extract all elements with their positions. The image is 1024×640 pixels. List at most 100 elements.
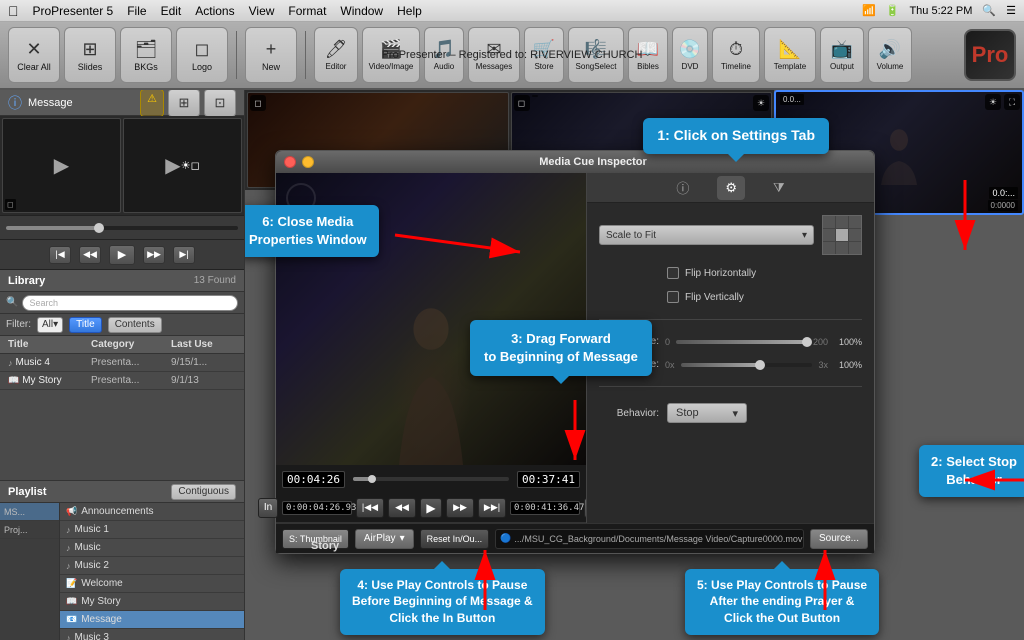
menu-icon[interactable]: ☰ <box>1006 4 1016 17</box>
time-knob[interactable] <box>368 475 376 483</box>
left-sidebar: ⓘ Message ⚠ ⊞ ⊡ ▶ ◻ ▶ ☀ ◻ <box>0 90 245 640</box>
songselect-label: SongSelect <box>576 62 617 71</box>
preview-thumb-2[interactable]: ▶ ☀ ◻ <box>123 118 242 213</box>
live-preview-fullscreen[interactable]: ⛶ <box>1004 94 1020 110</box>
menu-edit[interactable]: Edit <box>161 4 182 18</box>
menu-help[interactable]: Help <box>397 4 422 18</box>
mci-tab-info[interactable]: ⓘ <box>668 174 697 201</box>
list-item[interactable]: ♪ Music 3 <box>60 629 244 640</box>
list-item[interactable]: ♪ Music <box>60 539 244 557</box>
mci-play[interactable]: ▶ <box>420 498 442 518</box>
menu-file[interactable]: File <box>127 4 146 18</box>
playlist-group-proj[interactable]: Proj... <box>0 521 59 539</box>
volume-button[interactable]: 🔊 Volume <box>868 27 912 83</box>
apple-menu[interactable]:  <box>8 3 19 19</box>
editor-button[interactable]: 🖊 Editor <box>314 27 358 83</box>
preview-person <box>869 113 929 203</box>
logo-button[interactable]: ◻ Logo <box>176 27 228 83</box>
behavior-dropdown[interactable]: Stop ▾ <box>667 403 747 423</box>
scrubber-bar[interactable] <box>0 216 244 240</box>
list-item[interactable]: 📖 My Story <box>60 593 244 611</box>
scrubber-track[interactable] <box>6 226 238 230</box>
time-slider[interactable] <box>353 477 509 481</box>
source-button[interactable]: Source... <box>810 529 868 549</box>
ann6-text: 6: Close MediaProperties Window <box>249 214 367 247</box>
search-icon[interactable]: 🔍 <box>982 4 996 17</box>
play-icon-1: ▶ <box>54 153 69 178</box>
action-btn-2[interactable]: ⊡ <box>204 89 236 117</box>
playlist-group-ms[interactable]: MS... <box>0 503 59 521</box>
mci-rewind[interactable]: ◀◀ <box>388 498 416 518</box>
flip-v-checkbox[interactable] <box>667 291 679 303</box>
annotation-1: 1: Click on Settings Tab <box>643 118 829 154</box>
item-icon-music1: ♪ <box>66 525 71 535</box>
live-preview-sun[interactable]: ☀ <box>985 94 1001 110</box>
rate-fill <box>681 363 760 367</box>
slides-button[interactable]: ⊞ Slides <box>64 27 116 83</box>
skip-forward-button[interactable]: ▶| <box>173 246 195 264</box>
menu-actions[interactable]: Actions <box>195 4 234 18</box>
vol-knob[interactable] <box>802 337 812 347</box>
contiguous-button[interactable]: Contiguous <box>171 484 236 500</box>
in-button[interactable]: In <box>258 498 278 518</box>
timeline-button[interactable]: ⏱ Timeline <box>712 27 760 83</box>
list-item[interactable]: ♪ Music 1 <box>60 521 244 539</box>
table-header: Title Category Last Use <box>0 336 244 354</box>
scale-grid[interactable] <box>822 215 862 255</box>
menu-format[interactable]: Format <box>288 4 326 18</box>
reset-inout-button[interactable]: Reset In/Ou... <box>420 529 490 549</box>
mci-tab-sliders[interactable]: ⧩ <box>765 176 793 200</box>
mci-skip-back[interactable]: |◀◀ <box>356 498 384 518</box>
mci-close-button[interactable] <box>284 156 296 168</box>
menu-window[interactable]: Window <box>340 4 383 18</box>
bg-corner-btn-2[interactable]: ☀ <box>753 95 769 111</box>
clear-all-button[interactable]: ✕ Clear All <box>8 27 60 83</box>
template-button[interactable]: 📐 Template <box>764 27 816 83</box>
action-btn-1[interactable]: ⊞ <box>168 89 200 117</box>
fast-forward-button[interactable]: ▶▶ <box>143 246 165 264</box>
list-item[interactable]: 📢 Announcements <box>60 503 244 521</box>
airplay-button[interactable]: AirPlay ▾ <box>355 529 414 549</box>
sg-cell-7 <box>836 242 848 254</box>
bg-corner-icon-1: ◻ <box>250 95 266 111</box>
rate-knob[interactable] <box>755 360 765 370</box>
filter-contents-btn[interactable]: Contents <box>108 317 162 333</box>
bkgs-label: BKGs <box>134 62 158 72</box>
thumb-corner-2[interactable]: ☀ <box>181 159 191 172</box>
mci-minimize-button[interactable] <box>302 156 314 168</box>
rewind-button[interactable]: ◀◀ <box>79 246 101 264</box>
list-item-message[interactable]: 📧 Message <box>60 611 244 629</box>
sg-cell-6 <box>823 242 835 254</box>
preview-thumb-1[interactable]: ▶ ◻ <box>2 118 121 213</box>
playrate-slider[interactable] <box>681 363 813 367</box>
output-button[interactable]: 📺 Output <box>820 27 864 83</box>
search-input[interactable]: Search <box>22 295 238 311</box>
flip-h-checkbox[interactable] <box>667 267 679 279</box>
menu-view[interactable]: View <box>249 4 275 18</box>
mci-ff[interactable]: ▶▶ <box>446 498 474 518</box>
scrubber-thumb[interactable] <box>94 223 104 233</box>
bkgs-button[interactable]: 🗂 BKGs <box>120 27 172 83</box>
dvd-button[interactable]: 💿 DVD <box>672 27 708 83</box>
play-button[interactable]: ▶ <box>109 245 135 265</box>
filter-title-btn[interactable]: Title <box>69 317 102 333</box>
thumbnail-button[interactable]: S: Thumbnail <box>282 529 349 549</box>
table-row[interactable]: ♪ Music 4 Presenta... 9/15/1... <box>0 354 244 372</box>
menu-propresenter[interactable]: ProPresenter 5 <box>33 4 114 18</box>
mci-skip-ff[interactable]: ▶▶| <box>478 498 506 518</box>
list-item[interactable]: ♪ Music 2 <box>60 557 244 575</box>
table-row[interactable]: 📖 My Story Presenta... 9/1/13 <box>0 372 244 390</box>
item-icon-message: 📧 <box>66 614 77 625</box>
volume-slider[interactable] <box>676 340 807 344</box>
template-icon: 📐 <box>779 39 801 60</box>
logo-label: Logo <box>192 62 212 72</box>
info-icon: ⓘ <box>8 93 22 113</box>
vol-value: 100% <box>834 337 862 347</box>
skip-back-button[interactable]: |◀ <box>49 246 71 264</box>
list-item[interactable]: 📝 Welcome <box>60 575 244 593</box>
audio-label: Audio <box>434 62 454 71</box>
new-button[interactable]: + New <box>245 27 297 83</box>
filter-select[interactable]: All ▾ <box>37 317 63 333</box>
scale-dropdown[interactable]: Scale to Fit ▾ <box>599 225 814 245</box>
mci-tab-settings[interactable]: ⚙ <box>717 176 745 200</box>
